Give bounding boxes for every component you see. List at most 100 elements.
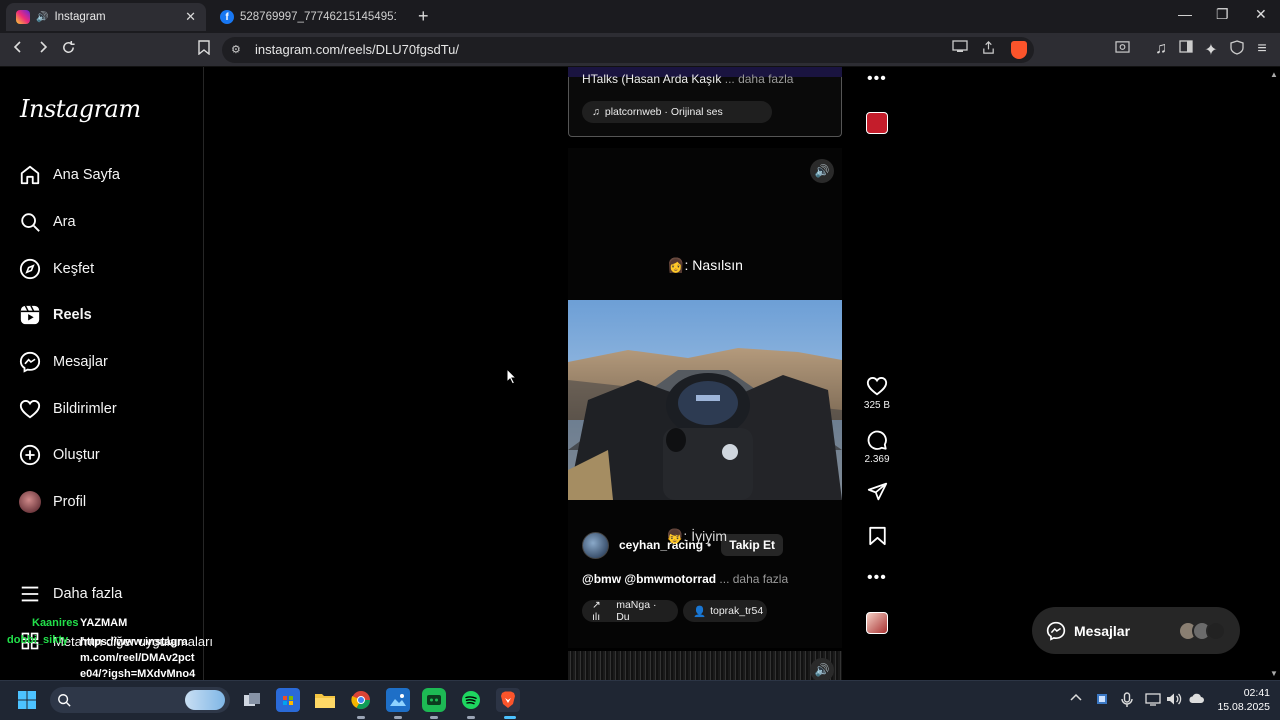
sidebar-item-home[interactable]: Ana Sayfa	[18, 160, 120, 190]
previous-reel-caption[interactable]: HTalks (Hasan Arda Kaşık ... daha fazla	[582, 72, 793, 86]
tab-title: 528769997_777462151454951_1200...	[240, 11, 396, 23]
previous-reel-audio-pill[interactable]: ♫ platcornweb · Orijinal ses	[582, 101, 772, 123]
leo-ai-icon[interactable]: ✦	[1201, 40, 1221, 60]
follow-button[interactable]: Takip Et	[721, 534, 784, 556]
menu-icon[interactable]: ≡	[1252, 40, 1272, 58]
brave-active-indicator	[504, 716, 516, 719]
bookmark-icon	[869, 526, 886, 546]
reload-button[interactable]	[58, 40, 78, 60]
taskbar-search-box[interactable]	[50, 687, 230, 713]
sidebar-item-notifications[interactable]: Bildirimler	[18, 394, 117, 424]
onedrive-icon[interactable]	[1188, 692, 1204, 707]
site-settings-icon[interactable]: ⚙	[231, 43, 241, 56]
microphone-icon[interactable]	[1121, 692, 1133, 711]
sidebar-item-reels[interactable]: Reels	[18, 300, 92, 330]
screenshot-icon[interactable]	[1112, 40, 1132, 58]
windows-start-icon[interactable]	[15, 688, 39, 712]
tab-facebook-image[interactable]: f 528769997_777462151454951_1200...	[210, 3, 406, 31]
home-icon	[18, 163, 42, 187]
messenger-icon	[18, 350, 42, 374]
save-button[interactable]	[868, 526, 887, 551]
close-window-button[interactable]: ✕	[1255, 6, 1267, 23]
sidebar-item-label: Keşfet	[53, 261, 95, 277]
network-icon[interactable]	[1145, 692, 1161, 709]
sidebar-item-label: Reels	[53, 307, 92, 323]
clock-time: 02:41	[1243, 687, 1270, 699]
bookmark-icon[interactable]	[194, 40, 214, 60]
person-icon: 👤	[693, 605, 707, 618]
reel-caption[interactable]: @bmw @bmwmotorrad ... daha fazla	[582, 572, 788, 586]
mouse-cursor-icon	[506, 367, 518, 390]
share-button[interactable]	[867, 481, 888, 507]
share-icon[interactable]	[978, 40, 998, 60]
overlay-text-user: dobbi_sikty	[7, 634, 69, 646]
caption-more-link[interactable]: ... daha fazla	[719, 572, 788, 586]
scroll-up-arrow-icon[interactable]: ▲	[1270, 70, 1278, 79]
tagged-username: toprak_tr54	[710, 605, 764, 617]
sidebar-item-explore[interactable]: Keşfet	[18, 254, 94, 284]
spotify-icon[interactable]	[459, 688, 483, 712]
cast-icon[interactable]	[950, 40, 970, 58]
sidebar-item-label: Mesajlar	[53, 354, 108, 370]
audio-label: platcornweb · Orijinal ses	[604, 106, 723, 118]
photos-icon[interactable]	[386, 688, 410, 712]
sidebar-item-search[interactable]: Ara	[18, 207, 76, 237]
tray-app-icon[interactable]	[1095, 692, 1109, 709]
brave-taskbar-icon[interactable]	[496, 688, 520, 712]
volume-icon[interactable]	[1166, 692, 1182, 709]
avatar[interactable]	[582, 531, 609, 559]
messages-floating-button[interactable]: Mesajlar	[1032, 607, 1240, 654]
tab-title: Instagram	[54, 11, 106, 23]
page-scrollbar[interactable]: ▲ ▼	[1267, 67, 1280, 680]
vpn-icon[interactable]	[1227, 40, 1247, 60]
like-button[interactable]: 325 B	[862, 375, 892, 411]
tab-instagram[interactable]: 🔊 Instagram ✕	[6, 3, 206, 31]
file-explorer-icon[interactable]	[313, 688, 337, 712]
instagram-logo[interactable]: Instagram	[20, 95, 141, 123]
trending-arrow-icon: ↗ ılı	[592, 599, 601, 623]
brave-shields-icon[interactable]	[1011, 41, 1027, 59]
speaker-icon[interactable]: 🔊	[36, 12, 48, 23]
reel-video-frame[interactable]	[568, 300, 842, 500]
next-reel-mute-button[interactable]: 🔊	[810, 658, 834, 682]
mute-toggle-button[interactable]: 🔊	[810, 159, 834, 183]
microsoft-store-icon[interactable]	[276, 688, 300, 712]
search-icon	[58, 694, 71, 707]
caption-more-link[interactable]: ... daha fazla	[725, 72, 794, 86]
sidebar-item-create[interactable]: Oluştur	[18, 440, 100, 470]
sidebar-item-label: Profil	[53, 494, 87, 510]
restore-button[interactable]: ❐	[1216, 6, 1229, 23]
previous-reel-audio-thumbnail[interactable]	[866, 112, 888, 134]
media-icon[interactable]: ♫	[1151, 40, 1171, 58]
chrome-icon[interactable]	[349, 688, 373, 712]
scroll-down-arrow-icon[interactable]: ▼	[1270, 669, 1278, 678]
music-note-icon: ♫	[592, 106, 600, 118]
facebook-favicon-icon: f	[220, 10, 234, 24]
sidebar-item-more[interactable]: Daha fazla	[18, 579, 122, 609]
comment-button[interactable]: 2.369	[862, 429, 892, 465]
previous-reel-more-options-icon[interactable]: •••	[867, 70, 887, 88]
tray-overflow-chevron-icon[interactable]	[1070, 692, 1082, 706]
tagged-user-pill[interactable]: 👤 toprak_tr54	[683, 600, 767, 622]
close-tab-icon[interactable]: ✕	[185, 9, 196, 25]
url-text[interactable]: instagram.com/reels/DLU70fgsdTu/	[255, 42, 459, 57]
green-app-icon[interactable]	[422, 688, 446, 712]
next-reel-preview[interactable]	[568, 651, 842, 680]
avatar	[18, 490, 42, 514]
comment-icon	[867, 430, 887, 450]
forward-button[interactable]	[33, 40, 53, 59]
minimize-button[interactable]: —	[1178, 6, 1192, 22]
sidebar-item-messages[interactable]: Mesajlar	[18, 347, 108, 377]
reel-text-overlay-top: 👩: Nasılsın	[667, 257, 743, 273]
sidebar-item-profile[interactable]: Profil	[18, 487, 86, 517]
audio-pill[interactable]: ↗ ılı maNga · Du	[582, 599, 678, 623]
sidebar-item-label: Bildirimler	[53, 401, 117, 417]
audio-thumbnail[interactable]	[866, 612, 888, 634]
weather-widget-icon[interactable]	[185, 690, 225, 710]
back-button[interactable]	[8, 40, 28, 59]
task-view-icon[interactable]	[240, 688, 264, 712]
taskbar-clock[interactable]: 02:41 15.08.2025	[1210, 686, 1270, 714]
more-options-icon[interactable]: •••	[867, 569, 887, 587]
new-tab-button[interactable]: +	[418, 6, 429, 27]
sidebar-toggle-icon[interactable]	[1176, 40, 1196, 58]
